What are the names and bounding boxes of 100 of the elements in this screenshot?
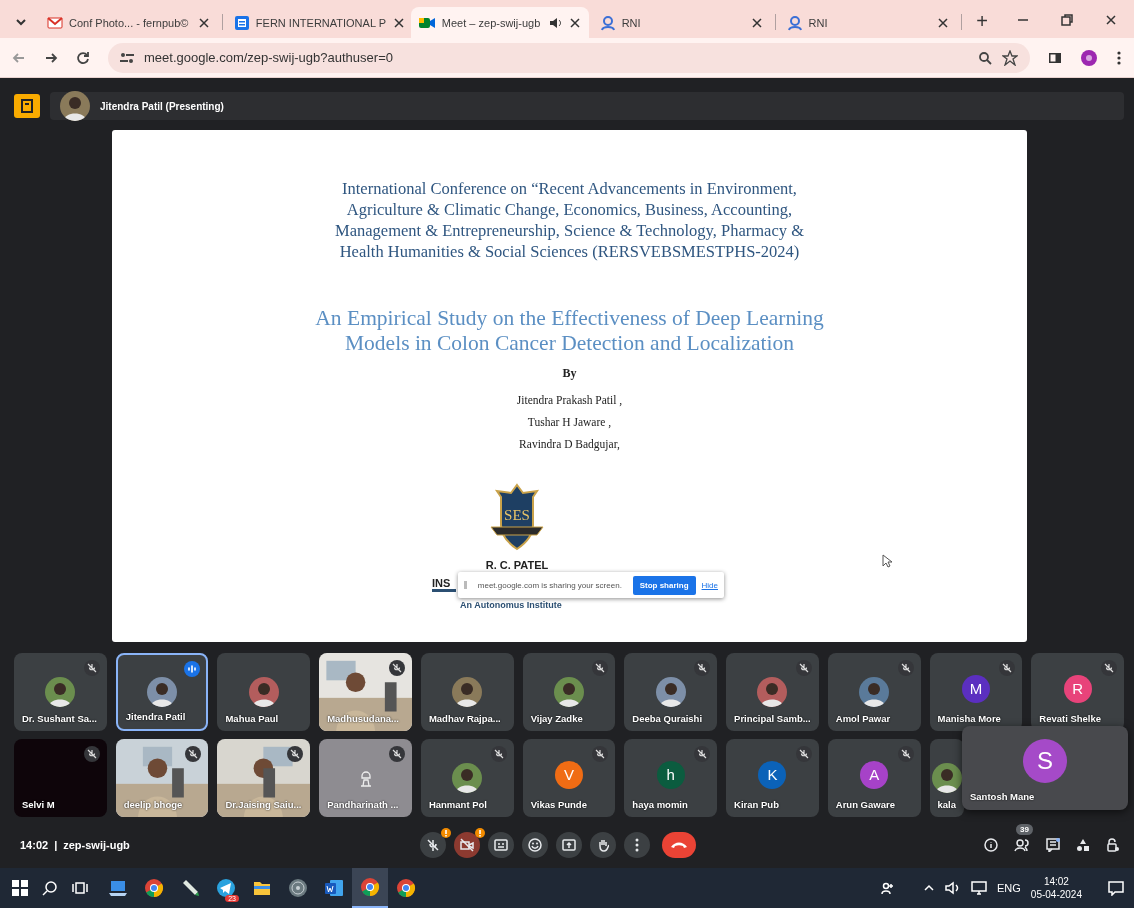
participant-tile[interactable]: Deeba Quraishi	[624, 652, 718, 731]
participant-tile[interactable]: h haya momin	[624, 738, 718, 817]
stop-sharing-button[interactable]: Stop sharing	[632, 575, 696, 595]
browser-tab[interactable]: RNI	[592, 7, 771, 38]
hide-link[interactable]: Hide	[701, 580, 718, 590]
new-tab-button[interactable]: +	[966, 10, 998, 38]
captions-icon	[494, 839, 508, 852]
camera-off-button[interactable]	[454, 832, 480, 859]
emoji-button[interactable]	[522, 832, 548, 859]
close-icon[interactable]	[567, 15, 582, 30]
back-icon[interactable]	[12, 50, 26, 65]
speaker-icon[interactable]	[945, 881, 961, 895]
taskbar-app[interactable]	[352, 868, 388, 908]
avatar-icon	[60, 91, 90, 121]
paper-title: An Empirical Study on the Effectiveness of Deep Learning Models in Colon Cancer Detection and Localization	[314, 306, 825, 356]
zoom-icon[interactable]	[978, 50, 992, 65]
profile-icon[interactable]	[1080, 48, 1098, 67]
institute-tagline: An Autonomus Institute	[459, 599, 563, 610]
participant-tile[interactable]: Jitendra Patil	[115, 652, 209, 731]
star-icon[interactable]	[1002, 49, 1018, 66]
participant-tile[interactable]: Selvi M	[14, 738, 107, 817]
close-icon[interactable]	[936, 15, 951, 30]
restore-icon[interactable]	[1060, 13, 1074, 27]
browser-tab[interactable]: Conf Photo... - fernpub©	[40, 7, 218, 38]
participant-tile[interactable]: Dr. Sushant Sa...	[14, 652, 107, 731]
host-controls-icon[interactable]	[1106, 838, 1120, 853]
chrome-icon[interactable]	[144, 878, 164, 898]
participant-tile[interactable]: Madhav Rajpa...	[420, 652, 514, 731]
present-icon	[562, 839, 576, 852]
reload-icon[interactable]	[76, 50, 90, 65]
avatar-letter: A	[860, 760, 889, 789]
chrome-icon[interactable]	[396, 878, 416, 898]
participant-name: haya momin	[632, 798, 688, 810]
browser-tab[interactable]: RNI	[779, 7, 958, 38]
self-view-tile[interactable]: S Santosh Mane	[962, 725, 1128, 810]
chrome-icon[interactable]	[360, 877, 380, 897]
close-icon[interactable]	[392, 15, 406, 30]
participant-name: Dr. Sushant Sa...	[22, 712, 97, 724]
search-icon[interactable]	[42, 880, 58, 896]
chat-icon[interactable]	[1046, 838, 1060, 853]
institute-name: R. C. PATEL	[484, 559, 550, 571]
disc-icon[interactable]	[288, 878, 308, 898]
telegram-icon[interactable]	[216, 878, 236, 898]
meeting-code: zep-swij-ugb	[63, 839, 130, 852]
participant-tile[interactable]: Amol Pawar	[827, 652, 921, 731]
info-icon[interactable]	[984, 838, 998, 853]
participant-tile[interactable]: kala	[929, 738, 964, 817]
avatar-letter: K	[758, 760, 787, 789]
shield-icon	[487, 483, 547, 553]
presentation-icon[interactable]	[14, 94, 40, 118]
network-icon[interactable]	[971, 881, 987, 895]
meeting-time: 14:02	[20, 839, 49, 852]
site-settings-icon[interactable]	[120, 51, 134, 64]
logo-text: SES	[504, 506, 530, 524]
participant-name: Dr.Jaising Saiu...	[225, 798, 302, 810]
participant-tile[interactable]: Hanmant Pol	[420, 738, 514, 817]
people-icon[interactable]	[881, 881, 895, 895]
task-view-icon[interactable]	[72, 880, 88, 896]
participant-name: Kiran Pub	[734, 798, 779, 810]
address-field[interactable]: meet.google.com/zep-swij-ugb?authuser=0	[108, 42, 1030, 73]
close-icon[interactable]	[196, 15, 211, 30]
menu-icon[interactable]	[1116, 49, 1122, 66]
end-call-button[interactable]	[662, 832, 696, 859]
laptop-icon[interactable]	[108, 878, 128, 898]
people-icon[interactable]	[1014, 838, 1030, 853]
avatar-icon	[452, 762, 483, 793]
notification-icon[interactable]	[1108, 880, 1124, 896]
browser-tab[interactable]: Meet – zep-swij-ugb	[410, 7, 589, 38]
participant-tile[interactable]: Mahua Paul	[217, 652, 311, 731]
participant-tile[interactable]: Principal Samb...	[726, 652, 819, 731]
present-button[interactable]	[556, 832, 582, 859]
speaker-icon[interactable]	[547, 15, 562, 30]
input-language[interactable]: ENG	[997, 882, 1021, 894]
warning-icon	[475, 828, 485, 839]
participant-tile[interactable]: M Manisha More	[929, 652, 1023, 731]
mic-off-button[interactable]	[420, 832, 446, 859]
forward-icon[interactable]	[44, 50, 58, 65]
participant-tile[interactable]: A Arun Gaware	[827, 738, 921, 817]
author-name: Ravindra D Badgujar,	[518, 437, 621, 453]
raise-hand-button[interactable]	[590, 832, 616, 859]
activities-icon[interactable]	[1076, 838, 1090, 853]
camera-icon	[460, 838, 474, 853]
more-button[interactable]	[624, 832, 650, 859]
avatar-icon	[859, 676, 890, 707]
participant-name: deelip bhoge	[123, 798, 183, 810]
word-icon[interactable]	[324, 878, 344, 898]
captions-button[interactable]	[488, 832, 514, 859]
participant-tile[interactable]: V Vikas Punde	[522, 738, 616, 817]
taskbar-clock[interactable]: 14:02 05-04-2024	[1030, 875, 1082, 901]
browser-tab[interactable]: FERN INTERNATIONAL P	[226, 7, 407, 38]
close-icon[interactable]	[1104, 13, 1118, 27]
participant-tile[interactable]: K Kiran Pub	[726, 738, 819, 817]
start-icon[interactable]	[12, 880, 28, 896]
speaking-icon	[184, 660, 201, 677]
participant-name: Hanmant Pol	[428, 798, 487, 810]
avatar-icon	[931, 762, 962, 793]
participant-tile[interactable]: Vijay Zadke	[522, 652, 616, 731]
close-icon[interactable]	[749, 15, 764, 30]
side-panel-icon[interactable]	[1048, 50, 1062, 65]
participant-name: Madhusudana...	[327, 712, 399, 724]
